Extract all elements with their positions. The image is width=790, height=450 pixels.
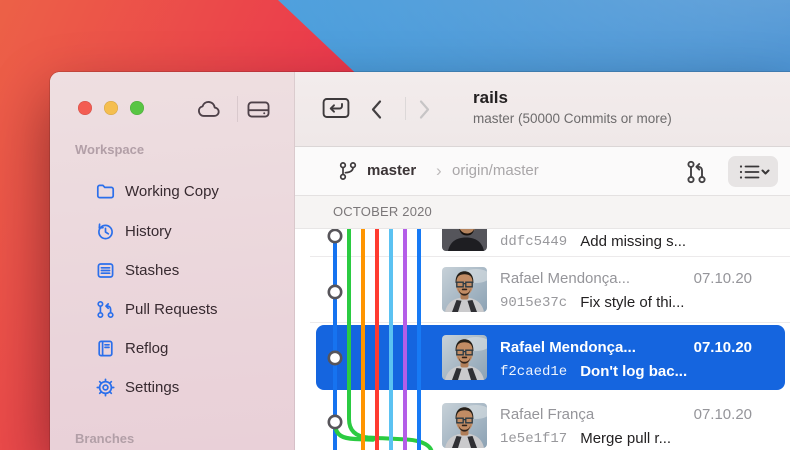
month-label: OCTOBER 2020	[295, 196, 790, 228]
commit-date: 07.10.20	[694, 267, 752, 291]
repository-return-icon[interactable]	[321, 94, 351, 127]
commit-author: Rafael França	[500, 403, 686, 427]
history-clock-icon	[95, 221, 116, 242]
sidebar-item-stashes[interactable]: Stashes	[70, 254, 286, 286]
folder-icon	[95, 181, 116, 202]
commit-author: Rafael Mendonça...	[500, 267, 686, 291]
commit-message: Add missing s...	[580, 230, 752, 254]
commit-message: Merge pull r...	[580, 427, 752, 450]
current-branch[interactable]: master	[367, 147, 416, 195]
commit-hash: 9015e37c	[500, 291, 567, 315]
repo-subtitle: master (50000 Commits or more)	[473, 111, 672, 126]
app-window: Workspace Working Copy History	[50, 72, 790, 450]
sidebar-item-label: Stashes	[125, 262, 179, 279]
commit-date: 07.10.20	[694, 403, 752, 427]
traffic-close-button[interactable]	[78, 101, 92, 115]
forward-chevron-icon[interactable]	[417, 98, 432, 126]
month-section-header: OCTOBER 2020	[295, 196, 790, 229]
sidebar-section-workspace: Workspace	[75, 142, 144, 157]
stash-note-icon	[95, 260, 116, 281]
titlebar: rails master (50000 Commits or more)	[295, 72, 790, 147]
branch-icon	[337, 160, 359, 187]
sidebar-item-label: History	[125, 223, 172, 240]
commit-row[interactable]: ddfc5449 Add missing s...	[295, 229, 790, 256]
commit-hash: 1e5e1f17	[500, 427, 567, 450]
breadcrumb-separator: ›	[436, 147, 442, 194]
commit-message: Don't log bac...	[580, 360, 752, 384]
sidebar-item-label: Working Copy	[125, 183, 219, 200]
sidebar-item-label: Settings	[125, 379, 179, 396]
titlebar-titles: rails master (50000 Commits or more)	[473, 88, 672, 126]
commit-hash: ddfc5449	[500, 230, 567, 254]
sidebar-section-branches: Branches	[75, 431, 134, 446]
avatar	[442, 229, 487, 251]
commit-date: 07.10.20	[694, 336, 752, 360]
repo-title: rails	[473, 88, 672, 108]
commit-list: ddfc5449 Add missing s...	[295, 229, 790, 450]
cloud-icon[interactable]	[194, 95, 224, 123]
sidebar-toolbar-divider	[237, 96, 238, 122]
external-drive-icon[interactable]	[243, 95, 273, 123]
sidebar: Workspace Working Copy History	[50, 72, 295, 450]
avatar	[442, 267, 487, 312]
commit-row[interactable]: Rafael França 07.10.20 1e5e1f17 Merge pu…	[295, 392, 790, 450]
avatar	[442, 403, 487, 448]
sidebar-item-working-copy[interactable]: Working Copy	[70, 175, 286, 207]
sidebar-item-reflog[interactable]: Reflog	[70, 332, 286, 364]
sidebar-item-label: Reflog	[125, 340, 168, 357]
journal-icon	[95, 338, 116, 359]
back-chevron-icon[interactable]	[369, 98, 384, 126]
commit-row[interactable]: Rafael Mendonça... 07.10.20 9015e37c Fix…	[295, 256, 790, 324]
commit-author: Rafael Mendonça...	[500, 336, 686, 360]
upstream-branch[interactable]: origin/master	[452, 147, 539, 195]
pull-request-icon	[95, 299, 116, 320]
sidebar-item-history[interactable]: History	[70, 215, 286, 247]
commit-row-selected[interactable]: Rafael Mendonça... 07.10.20 f2caed1e Don…	[295, 325, 790, 390]
gear-icon	[95, 377, 116, 398]
traffic-minimize-button[interactable]	[104, 101, 118, 115]
avatar	[442, 335, 487, 380]
main-pane: rails master (50000 Commits or more) mas…	[295, 72, 790, 450]
branch-bar: master › origin/master	[295, 147, 790, 196]
commit-hash: f2caed1e	[500, 360, 567, 384]
pull-request-icon[interactable]	[685, 158, 708, 191]
commit-message: Fix style of thi...	[580, 291, 752, 315]
sidebar-item-settings[interactable]: Settings	[70, 371, 286, 403]
sidebar-item-label: Pull Requests	[125, 301, 218, 318]
traffic-zoom-button[interactable]	[130, 101, 144, 115]
list-dropdown-icon[interactable]	[728, 156, 778, 187]
sidebar-item-pull-requests[interactable]: Pull Requests	[70, 293, 286, 325]
nav-divider	[405, 97, 406, 120]
